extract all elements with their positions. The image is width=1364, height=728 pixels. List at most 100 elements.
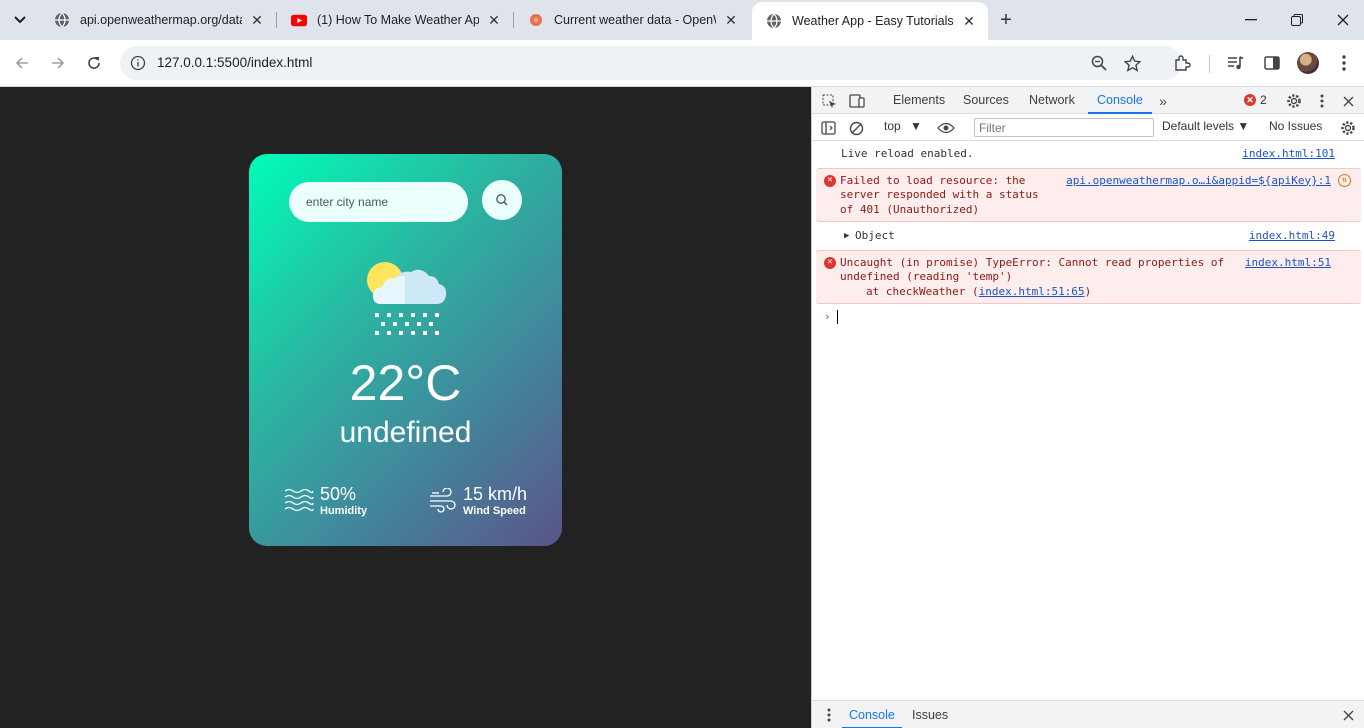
message-source-link[interactable]: index.html:51: [1245, 256, 1331, 271]
forward-button[interactable]: [44, 49, 72, 77]
city-name: undefined: [339, 416, 472, 449]
toolbar-divider: [1209, 55, 1210, 73]
tab-title: Current weather data - OpenW: [554, 13, 716, 27]
globe-icon: [54, 12, 70, 28]
console-message-object[interactable]: ▶ Object index.html:49: [812, 224, 1364, 248]
youtube-icon: [291, 12, 307, 28]
site-info-icon[interactable]: [130, 55, 146, 71]
profile-avatar[interactable]: [1297, 52, 1319, 74]
reload-button[interactable]: [80, 49, 108, 77]
error-icon: ✕: [824, 174, 836, 187]
back-button[interactable]: [8, 49, 36, 77]
tab-sources[interactable]: Sources: [963, 87, 1009, 114]
error-count: 2: [1260, 93, 1267, 107]
humidity-value: 50%: [320, 484, 357, 504]
browser-tab[interactable]: Current weather data - OpenW ✕: [514, 0, 750, 40]
inspect-element-icon[interactable]: [820, 92, 838, 110]
text-caret: [836, 310, 838, 324]
more-tabs-icon[interactable]: »: [1154, 92, 1172, 110]
dropdown-arrow-icon: ▼: [1237, 119, 1250, 133]
address-bar[interactable]: 127.0.0.1:5500/index.html: [120, 46, 1182, 80]
arrow-right-icon: [52, 57, 65, 69]
close-icon[interactable]: ✕: [485, 11, 503, 29]
globe-icon: [766, 13, 782, 29]
close-devtools-icon[interactable]: [1339, 92, 1357, 110]
side-panel-icon[interactable]: [1262, 53, 1282, 73]
console-output: Live reload enabled. index.html:101 ✕ Fa…: [812, 142, 1364, 328]
console-filter-input[interactable]: [974, 118, 1154, 137]
devtools-tabbar: Elements Sources Network Console » ✕ 2: [812, 87, 1364, 114]
tab-search-button[interactable]: [6, 6, 34, 34]
browser-tab[interactable]: api.openweathermap.org/data/ ✕: [40, 0, 276, 40]
page-viewport: 22°C undefined 50% Humidity: [0, 87, 811, 728]
stack-suffix: ): [1084, 284, 1092, 298]
devtools-panel: Elements Sources Network Console » ✕ 2 t…: [811, 87, 1364, 728]
city-search-input[interactable]: [289, 182, 468, 222]
clear-console-icon[interactable]: [847, 119, 865, 137]
media-control-icon[interactable]: [1226, 53, 1246, 73]
console-settings-gear-icon[interactable]: [1339, 119, 1357, 137]
context-select[interactable]: top ▼: [884, 119, 922, 133]
drawer-tab-console[interactable]: Console: [842, 701, 902, 728]
browser-toolbar: 127.0.0.1:5500/index.html: [0, 40, 1364, 87]
message-source-link[interactable]: api.openweathermap.o…i&appid=${apiKey}:1: [1066, 174, 1331, 189]
extensions-icon[interactable]: [1172, 53, 1192, 73]
weather-card: 22°C undefined 50% Humidity: [249, 154, 562, 546]
prompt-chevron-icon: ›: [824, 310, 831, 323]
close-window-button[interactable]: [1320, 0, 1364, 40]
stack-link[interactable]: index.html:51:65: [979, 285, 1085, 298]
console-prompt[interactable]: ›: [812, 306, 1364, 328]
minimize-icon: [1245, 19, 1257, 21]
message-text: Uncaught (in promise) TypeError: Cannot …: [840, 255, 1225, 284]
humidity-icon: [284, 488, 314, 512]
search-icon: [496, 194, 508, 206]
temperature: 22°C: [349, 355, 462, 411]
network-request-icon[interactable]: ⇅: [1338, 173, 1351, 187]
wind-value: 15 km/h: [463, 484, 528, 504]
bookmark-star-icon[interactable]: [1123, 54, 1141, 72]
drawer-menu-icon[interactable]: [820, 706, 838, 724]
drawer-tab-issues[interactable]: Issues: [912, 701, 948, 728]
device-toolbar-icon[interactable]: [848, 92, 866, 110]
settings-gear-icon[interactable]: [1285, 92, 1303, 110]
rain-cloud-sun-icon: [367, 262, 447, 335]
sidebar-toggle-icon[interactable]: [819, 119, 837, 137]
devtools-menu-icon[interactable]: [1313, 92, 1331, 110]
context-value: top: [884, 119, 901, 133]
search-button[interactable]: [482, 180, 522, 220]
close-icon[interactable]: ✕: [722, 11, 740, 29]
message-source-link[interactable]: index.html:101: [1242, 147, 1335, 162]
message-text: Object: [855, 229, 895, 242]
wind-label: Wind Speed: [463, 505, 526, 517]
restore-icon: [1291, 14, 1303, 26]
log-levels-select[interactable]: Default levels ▼: [1162, 119, 1249, 133]
wind-icon: [430, 488, 456, 513]
message-source-link[interactable]: index.html:49: [1249, 229, 1335, 244]
url-text[interactable]: 127.0.0.1:5500/index.html: [157, 55, 312, 70]
minimize-button[interactable]: [1228, 0, 1274, 40]
humidity-block: 50% Humidity: [284, 484, 367, 518]
close-icon: [1337, 14, 1349, 26]
issues-counter[interactable]: No Issues: [1269, 119, 1322, 133]
zoom-icon[interactable]: [1090, 54, 1108, 72]
openweather-icon: [528, 12, 544, 28]
log-levels-value: Default levels: [1162, 119, 1235, 133]
close-drawer-icon[interactable]: [1339, 706, 1357, 724]
tab-title: (1) How To Make Weather App: [317, 13, 479, 27]
live-expression-eye-icon[interactable]: [937, 119, 955, 137]
error-count-badge[interactable]: ✕ 2: [1244, 93, 1267, 107]
close-icon[interactable]: ✕: [248, 11, 266, 29]
tab-title: api.openweathermap.org/data/: [80, 13, 242, 27]
browser-tab-active[interactable]: Weather App - Easy Tutorials ✕: [752, 2, 988, 40]
tab-network[interactable]: Network: [1029, 87, 1075, 114]
error-icon: ✕: [824, 256, 836, 269]
browser-tab[interactable]: (1) How To Make Weather App ✕: [277, 0, 513, 40]
close-icon[interactable]: ✕: [960, 12, 978, 30]
menu-kebab-icon[interactable]: [1334, 53, 1354, 73]
restore-button[interactable]: [1274, 0, 1320, 40]
tab-elements[interactable]: Elements: [893, 87, 945, 114]
tab-console[interactable]: Console: [1088, 87, 1152, 114]
expand-triangle-icon[interactable]: ▶: [844, 229, 849, 244]
dropdown-arrow-icon: ▼: [910, 119, 922, 133]
new-tab-button[interactable]: +: [994, 8, 1018, 32]
